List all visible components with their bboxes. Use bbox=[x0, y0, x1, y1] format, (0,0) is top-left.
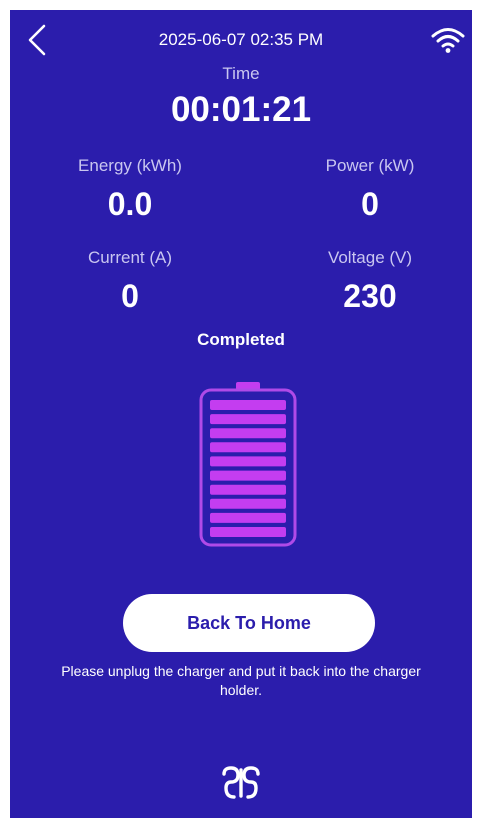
unplug-instruction: Please unplug the charger and put it bac… bbox=[61, 663, 421, 698]
voltage-value: 230 bbox=[343, 278, 397, 314]
battery-level-bar bbox=[210, 498, 286, 509]
battery-level-bar bbox=[210, 470, 286, 481]
energy-value: 0.0 bbox=[107, 186, 153, 222]
battery-level-bar bbox=[210, 414, 286, 425]
current-label: Current (A) bbox=[87, 248, 173, 267]
power-value: 0 bbox=[361, 186, 379, 222]
battery-level-bar bbox=[210, 527, 286, 537]
energy-label: Energy (kWh) bbox=[78, 156, 182, 175]
battery-level-bar bbox=[210, 428, 286, 439]
charging-status: Completed bbox=[197, 330, 285, 349]
time-value: 00:01:21 bbox=[170, 90, 312, 129]
brand-logo-icon bbox=[220, 766, 262, 800]
time-label: Time bbox=[222, 64, 260, 83]
datetime: 2025-06-07 02:35 PM bbox=[158, 30, 324, 49]
battery-full-icon bbox=[198, 380, 298, 548]
battery-level-bar bbox=[210, 484, 286, 495]
current-value: 0 bbox=[121, 278, 139, 314]
charging-summary-screen: 2025-06-07 02:35 PM Time 00:01:21 Energy… bbox=[10, 10, 472, 818]
power-label: Power (kW) bbox=[325, 156, 415, 175]
voltage-label: Voltage (V) bbox=[327, 248, 413, 267]
battery-level-bar bbox=[210, 456, 286, 467]
back-to-home-button[interactable]: Back To Home bbox=[123, 594, 375, 652]
wifi-icon bbox=[430, 26, 466, 54]
battery-level-bar bbox=[210, 442, 286, 453]
battery-level-bar bbox=[210, 512, 286, 523]
battery-level-bar bbox=[210, 400, 286, 410]
